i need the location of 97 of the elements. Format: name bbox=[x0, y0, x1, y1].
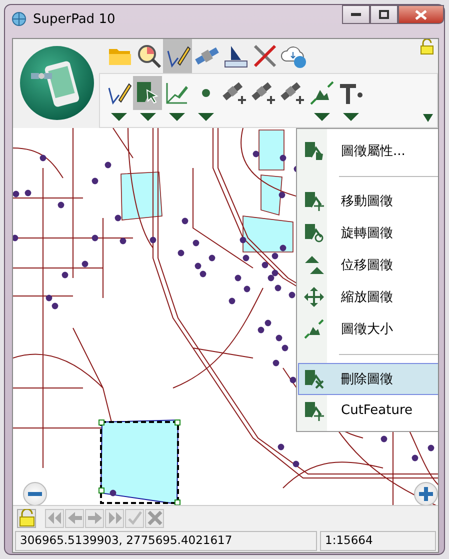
zoom-in-button[interactable] bbox=[414, 482, 438, 506]
satellite-plus-icon bbox=[280, 80, 306, 106]
parcel bbox=[120, 171, 162, 220]
diagonal-arrows-icon bbox=[308, 80, 334, 106]
menu-item[interactable]: 縮放圖徵 bbox=[298, 280, 438, 313]
map-point bbox=[272, 359, 280, 366]
map-point bbox=[290, 376, 296, 383]
tools-icon bbox=[252, 43, 278, 69]
map-point bbox=[242, 254, 250, 261]
map-point bbox=[110, 489, 116, 496]
dropdown-arrow-icon[interactable] bbox=[423, 114, 433, 122]
coordinates-readout: 306965.5139903, 2775695.4021617 bbox=[15, 530, 317, 551]
polygon-cross-icon bbox=[304, 368, 324, 389]
minimize-icon bbox=[351, 12, 361, 16]
shift-shapes-icon bbox=[304, 254, 324, 275]
map-point bbox=[412, 454, 418, 461]
map-point bbox=[178, 249, 184, 256]
map-point bbox=[92, 177, 98, 184]
map-point bbox=[380, 435, 388, 442]
map-point bbox=[40, 154, 46, 161]
map-point bbox=[82, 260, 88, 267]
satellite-plus-icon bbox=[222, 80, 248, 106]
polygon-rotate-icon bbox=[304, 222, 324, 243]
menu-item[interactable]: 圖徵屬性... bbox=[298, 134, 438, 167]
map-point bbox=[278, 191, 286, 198]
padlock-icon bbox=[420, 39, 434, 55]
close-button[interactable] bbox=[398, 5, 444, 24]
map-point bbox=[252, 150, 260, 157]
selected-parcel[interactable] bbox=[98, 419, 180, 506]
toolbar-button[interactable] bbox=[163, 39, 192, 73]
map-point bbox=[278, 443, 284, 450]
map-point bbox=[114, 214, 122, 221]
map-point bbox=[192, 239, 200, 246]
four-arrows-icon bbox=[304, 286, 324, 307]
double-left-arrow-icon bbox=[46, 511, 62, 526]
dropdown-arrow-icon[interactable] bbox=[342, 113, 358, 121]
plus-icon bbox=[419, 486, 433, 501]
map-point bbox=[13, 234, 18, 241]
map-point bbox=[282, 344, 288, 351]
left-arrow-icon bbox=[66, 511, 82, 526]
map-point bbox=[262, 261, 268, 268]
map-point bbox=[228, 297, 236, 304]
zoom-out-button[interactable] bbox=[23, 482, 47, 506]
map-point bbox=[120, 237, 126, 244]
menu-item[interactable]: 刪除圖徵 bbox=[298, 362, 438, 395]
map-point bbox=[280, 154, 286, 161]
minus-icon bbox=[28, 492, 42, 496]
double-right-arrow-icon bbox=[106, 511, 122, 526]
diagonal-arrows-icon bbox=[304, 318, 324, 339]
minimize-button[interactable] bbox=[342, 5, 370, 24]
scale-readout: 1:15664 bbox=[320, 530, 436, 551]
map-point bbox=[428, 444, 434, 451]
maximize-icon bbox=[379, 10, 389, 19]
check-icon bbox=[126, 511, 142, 526]
map-point bbox=[58, 201, 64, 208]
map-point bbox=[24, 189, 32, 196]
map-point bbox=[208, 254, 216, 261]
menu-item[interactable]: 圖徵大小 bbox=[298, 312, 438, 345]
menu-item[interactable]: 旋轉圖徵 bbox=[298, 216, 438, 249]
dropdown-arrow-icon[interactable] bbox=[110, 113, 126, 121]
padlock-icon bbox=[18, 509, 34, 528]
map-point bbox=[244, 285, 250, 292]
map-point bbox=[240, 236, 246, 243]
maximize-button[interactable] bbox=[370, 5, 398, 24]
dropdown-arrow-icon[interactable] bbox=[168, 113, 184, 121]
map-point bbox=[92, 234, 98, 241]
polygon-tag-icon bbox=[304, 140, 324, 161]
dot-icon bbox=[202, 89, 210, 97]
menu-item[interactable]: CutFeature bbox=[298, 394, 438, 427]
unlock-button[interactable] bbox=[17, 508, 36, 528]
close-icon bbox=[415, 10, 427, 20]
menu-item[interactable]: 移動圖徵 bbox=[298, 184, 438, 217]
map-point bbox=[182, 217, 188, 224]
map-point bbox=[292, 460, 300, 467]
map-point bbox=[62, 271, 68, 278]
toolbar-button[interactable] bbox=[133, 76, 162, 110]
dropdown-arrow-icon[interactable] bbox=[198, 113, 214, 121]
map-point bbox=[276, 334, 282, 341]
map-point bbox=[104, 161, 112, 168]
map-point bbox=[274, 284, 282, 291]
cross-icon bbox=[146, 511, 162, 526]
line-pencil-icon bbox=[164, 80, 190, 106]
map-point bbox=[288, 291, 296, 298]
right-arrow-icon bbox=[86, 511, 102, 526]
search-icon bbox=[136, 43, 162, 69]
parcel bbox=[258, 129, 284, 170]
map-point bbox=[150, 236, 156, 243]
satellite-plus-icon bbox=[250, 80, 276, 106]
polygon-plus-icon bbox=[304, 400, 324, 421]
polygon-cursor-icon bbox=[134, 80, 160, 106]
dropdown-arrow-icon[interactable] bbox=[140, 113, 156, 121]
polygon-plus-icon bbox=[304, 190, 324, 211]
map-point bbox=[13, 190, 20, 197]
map-point bbox=[234, 274, 242, 281]
dropdown-arrow-icon[interactable] bbox=[314, 113, 330, 121]
window-title: SuperPad 10 bbox=[33, 12, 116, 26]
menu-item[interactable]: 位移圖徵 bbox=[298, 248, 438, 281]
